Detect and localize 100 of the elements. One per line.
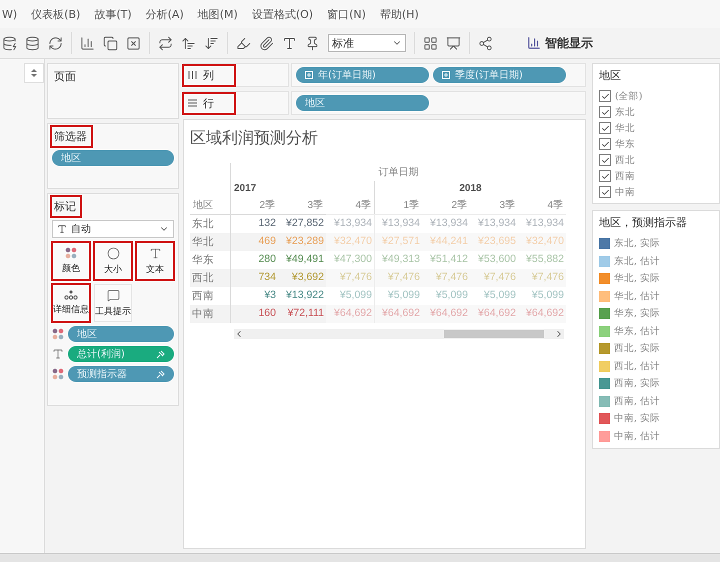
filters-shelf-title: 筛选器 — [52, 127, 91, 146]
presentation-icon[interactable] — [446, 36, 461, 50]
sort-descending-icon[interactable] — [204, 36, 219, 50]
table-cell: ¥7,476 — [374, 269, 422, 287]
paperclip-icon[interactable] — [259, 36, 274, 50]
table-cell: 132 — [230, 214, 278, 233]
table-cell: ¥64,692 — [374, 305, 422, 323]
legend-label: 中南, 估计 — [614, 430, 660, 443]
table-cell: ¥64,692 — [470, 305, 518, 323]
row-header: 地区 — [192, 198, 214, 213]
menu-item[interactable]: 地图(M) — [198, 6, 238, 22]
menu-item[interactable]: 分析(A) — [146, 6, 184, 22]
region-label: 中南 — [190, 305, 230, 323]
menu-item[interactable]: 设置格式(O) — [252, 6, 314, 22]
text-icon — [52, 348, 64, 360]
table-cell: ¥32,470 — [326, 233, 374, 251]
menu-item[interactable]: 故事(T) — [94, 6, 132, 22]
quarter-header: 4季 — [546, 198, 564, 213]
legend-label: 中南, 实际 — [614, 412, 660, 426]
text-icon — [57, 224, 67, 234]
add-data-icon[interactable] — [2, 36, 17, 50]
filter-option[interactable]: 东北 — [615, 106, 635, 118]
region-label: 华北 — [190, 233, 230, 251]
legend-label: 西南, 估计 — [614, 394, 660, 408]
checkbox[interactable] — [599, 154, 611, 166]
filter-option[interactable]: (全部) — [615, 90, 642, 102]
table-cell: ¥23,695 — [470, 233, 518, 251]
column-header: 订单日期 — [230, 163, 566, 181]
legend-label: 东北, 实际 — [614, 237, 660, 250]
table-cell: ¥27,571 — [374, 233, 422, 251]
year-header: 2017 — [230, 181, 374, 196]
table-cell: 160 — [230, 305, 278, 323]
filter-option[interactable]: 中南 — [615, 186, 635, 198]
table-cell: 469 — [230, 233, 278, 251]
refresh-icon[interactable] — [48, 36, 63, 50]
filter-option[interactable]: 华北 — [615, 122, 635, 134]
menu-item[interactable]: 帮助(H) — [380, 6, 419, 22]
datasource-icon[interactable] — [25, 36, 40, 50]
marks-card-title: 标记 — [52, 197, 80, 216]
mark-property-button[interactable]: 大小 — [94, 242, 132, 280]
new-sheet-icon[interactable] — [80, 36, 95, 50]
color-dots-icon — [52, 328, 64, 340]
menu-item[interactable]: 窗口(N) — [327, 6, 366, 22]
quarter-header: 2季 — [450, 198, 468, 213]
menu-item[interactable]: W) — [2, 8, 18, 20]
table-cell: ¥49,313 — [374, 251, 422, 269]
checkbox[interactable] — [599, 90, 611, 102]
checkbox[interactable] — [599, 106, 611, 118]
table-cell: ¥7,476 — [518, 269, 566, 287]
horizontal-scrollbar[interactable] — [234, 329, 564, 339]
table-cell: ¥64,692 — [422, 305, 470, 323]
table-cell: ¥72,111 — [278, 305, 326, 323]
menu-item[interactable]: 仪表板(B) — [31, 6, 80, 22]
mark-type-dropdown[interactable]: 自动 — [52, 220, 174, 238]
show-me-button[interactable]: 智能显示 — [521, 34, 599, 52]
color-dots-icon — [65, 247, 77, 259]
collapse-handle[interactable] — [24, 63, 44, 83]
mark-property-button[interactable]: 工具提示 — [94, 284, 132, 322]
filter-option[interactable]: 西北 — [615, 154, 635, 166]
pin-icon[interactable] — [305, 36, 320, 50]
filter-option[interactable]: 华东 — [615, 138, 635, 150]
legend-label: 华北, 实际 — [614, 272, 660, 286]
share-icon[interactable] — [478, 36, 493, 50]
table-cell: 734 — [230, 269, 278, 287]
mark-property-button[interactable]: 文本 — [136, 242, 174, 280]
mark-property-button[interactable]: 颜色 — [52, 242, 90, 280]
filter-option[interactable]: 西南 — [615, 170, 635, 182]
checkbox[interactable] — [599, 170, 611, 182]
checkbox[interactable] — [599, 186, 611, 198]
expand-icon — [442, 71, 450, 79]
table-cell: ¥3,692 — [278, 269, 326, 287]
quarter-header: 1季 — [374, 196, 422, 214]
bar-chart-icon — [527, 36, 541, 50]
quarter-header: 3季 — [306, 198, 324, 213]
table-cell: 280 — [230, 251, 278, 269]
columns-shelf-title: 列 — [184, 66, 234, 84]
clear-sheet-icon[interactable] — [126, 36, 141, 50]
checkbox[interactable] — [599, 122, 611, 134]
duplicate-icon[interactable] — [103, 36, 118, 50]
text-icon — [148, 246, 162, 260]
fit-select[interactable]: 标准 — [328, 34, 406, 52]
drill-icon — [156, 350, 165, 358]
cards-icon[interactable] — [423, 36, 438, 50]
table-cell: ¥13,934 — [374, 214, 422, 233]
table-cell: ¥44,241 — [422, 233, 470, 251]
table-cell: ¥7,476 — [326, 269, 374, 287]
detail-dots-icon — [64, 290, 78, 300]
text-box-icon[interactable] — [282, 36, 297, 50]
swap-icon[interactable] — [158, 36, 173, 50]
highlight-icon[interactable] — [236, 36, 251, 50]
legend-label: 西南, 实际 — [614, 377, 660, 390]
pages-shelf-title: 页面 — [53, 69, 77, 85]
region-label: 西北 — [190, 269, 230, 287]
mark-property-button[interactable]: 详细信息 — [52, 284, 90, 322]
expand-icon — [305, 71, 313, 79]
drill-icon — [156, 370, 165, 378]
legend-label: 华东, 估计 — [614, 324, 660, 338]
table-cell: ¥5,099 — [374, 287, 422, 305]
sort-ascending-icon[interactable] — [181, 36, 196, 50]
checkbox[interactable] — [599, 138, 611, 150]
